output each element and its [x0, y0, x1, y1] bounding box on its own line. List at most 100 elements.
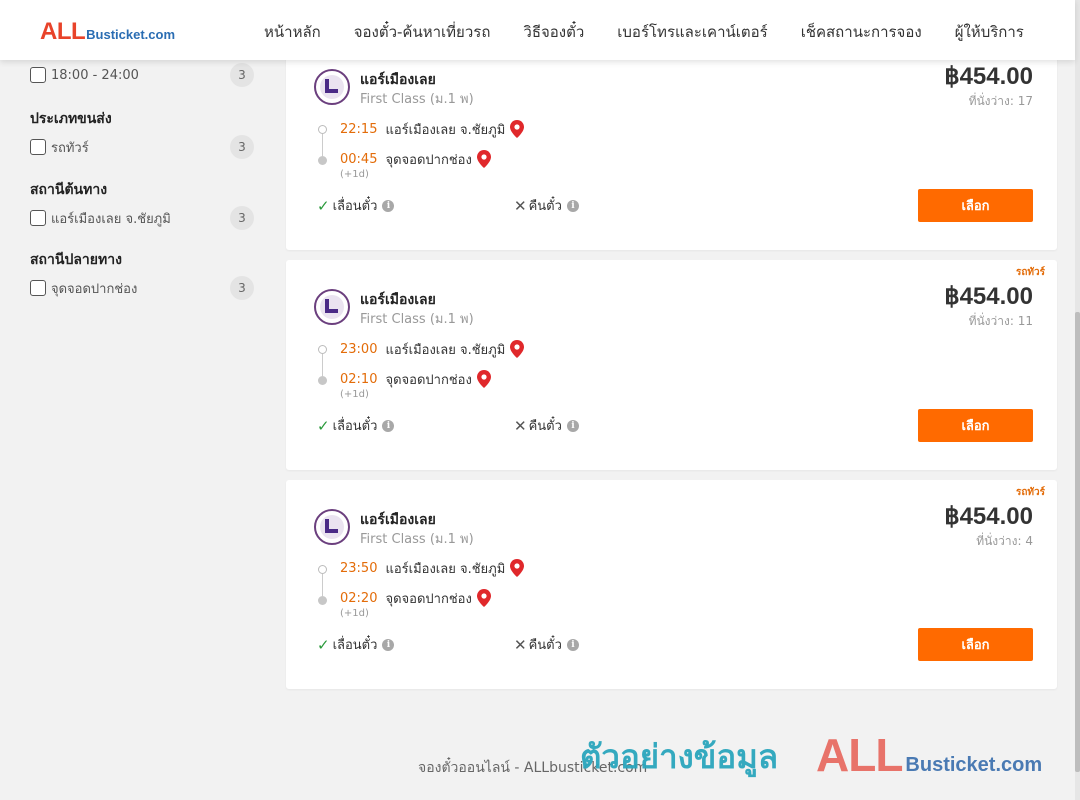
seats-available: ที่นั่งว่าง: 11	[968, 314, 1033, 328]
bus-type-badge: รถทัวร์	[1015, 487, 1045, 498]
operator-logo	[314, 289, 350, 325]
arrival-time: 02:20	[340, 590, 378, 606]
filter-transport-title: ประเภทขนส่ง	[30, 111, 112, 127]
select-trip-button[interactable]: เลือก	[918, 189, 1033, 222]
info-icon[interactable]: i	[566, 638, 579, 651]
departure-place: แอร์เมืองเลย จ.ชัยภูมิ	[385, 122, 506, 138]
logo-all-text: ALL	[40, 18, 86, 45]
info-icon[interactable]: i	[382, 638, 395, 651]
trip-price: ฿454.00	[944, 503, 1033, 530]
next-day-indicator: (+1d)	[340, 608, 369, 619]
trip-card: รถทัวร์ แอร์เมืองเลย First Class (ม.1 พ)…	[286, 480, 1057, 689]
site-header: ALL Busticket.com หน้าหลัก จองตั๋ว-ค้นหา…	[0, 0, 1075, 60]
departure-place: แอร์เมืองเลย จ.ชัยภูมิ	[385, 561, 506, 577]
filter-transport-label: รถทัวร์	[51, 140, 89, 156]
watermark-logo-rest: Busticket.com	[905, 754, 1043, 776]
filter-destination-option[interactable]: จุดจอดปากช่อง 3	[30, 276, 256, 300]
departure-stop: 23:00 แอร์เมืองเลย จ.ชัยภูมิ	[340, 339, 525, 359]
info-icon[interactable]: i	[382, 199, 395, 212]
map-pin-icon[interactable]	[476, 370, 491, 388]
nav-check-booking[interactable]: เช็คสถานะการจอง	[801, 20, 922, 44]
site-logo[interactable]: ALL Busticket.com	[40, 18, 175, 46]
filter-origin-label: แอร์เมืองเลย จ.ชัยภูมิ	[51, 211, 171, 227]
next-day-indicator: (+1d)	[340, 389, 369, 400]
operator-logo	[314, 69, 350, 105]
info-icon[interactable]: i	[382, 419, 395, 432]
watermark-logo: ALL Busticket.com	[816, 728, 1042, 782]
watermark-logo-all: ALL	[816, 729, 903, 781]
select-trip-button[interactable]: เลือก	[918, 628, 1033, 661]
check-icon: ✓	[317, 196, 330, 215]
filter-transport-checkbox[interactable]	[30, 139, 46, 155]
trip-card: รถทัวร์ แอร์เมืองเลย First Class (ม.1 พ)…	[286, 260, 1057, 470]
refund-label: คืนตั๋ว	[528, 638, 562, 653]
x-icon: ✕	[514, 416, 527, 435]
next-day-indicator: (+1d)	[340, 169, 369, 180]
arrival-stop: 02:20 จุดจอดปากช่อง	[340, 588, 491, 608]
filter-time-label: 18:00 - 24:00	[51, 67, 139, 83]
departure-stop: 22:15 แอร์เมืองเลย จ.ชัยภูมิ	[340, 119, 525, 139]
refund-policy: ✕ คืนตั๋ว i	[514, 415, 579, 436]
trip-card: แอร์เมืองเลย First Class (ม.1 พ) ฿454.00…	[286, 40, 1057, 250]
filter-time-checkbox[interactable]	[30, 67, 46, 83]
filter-destination-title: สถานีปลายทาง	[30, 252, 122, 268]
map-pin-icon[interactable]	[476, 589, 491, 607]
select-trip-button[interactable]: เลือก	[918, 409, 1033, 442]
map-pin-icon[interactable]	[510, 340, 525, 358]
page-scrollbar[interactable]	[1075, 0, 1080, 800]
filter-transport-option[interactable]: รถทัวร์ 3	[30, 135, 256, 159]
arrival-place: จุดจอดปากช่อง	[385, 372, 472, 388]
reschedule-label: เลื่อนตั๋ว	[332, 199, 378, 214]
arrival-stop: 02:10 จุดจอดปากช่อง	[340, 369, 491, 389]
reschedule-policy: ✓ เลื่อนตั๋ว i	[317, 415, 395, 436]
seats-available: ที่นั่งว่าง: 4	[976, 534, 1033, 548]
refund-policy: ✕ คืนตั๋ว i	[514, 195, 579, 216]
trip-price: ฿454.00	[944, 63, 1033, 90]
arrival-place: จุดจอดปากช่อง	[385, 152, 472, 168]
nav-operators[interactable]: ผู้ให้บริการ	[955, 20, 1024, 44]
bus-type-badge: รถทัวร์	[1015, 267, 1045, 278]
departure-time: 22:15	[340, 121, 378, 137]
route-timeline	[318, 125, 327, 165]
main-nav: หน้าหลัก จองตั๋ว-ค้นหาเที่ยวรถ วิธีจองตั…	[264, 20, 1024, 44]
arrival-stop: 00:45 จุดจอดปากช่อง	[340, 149, 491, 169]
info-icon[interactable]: i	[566, 419, 579, 432]
filter-origin-title: สถานีต้นทาง	[30, 182, 108, 198]
departure-stop: 23:50 แอร์เมืองเลย จ.ชัยภูมิ	[340, 558, 525, 578]
filter-time-option[interactable]: 18:00 - 24:00 3	[30, 63, 256, 87]
seats-available: ที่นั่งว่าง: 17	[968, 94, 1033, 108]
bus-class: First Class (ม.1 พ)	[360, 92, 474, 107]
sample-data-watermark: ตัวอย่างข้อมูล	[580, 737, 779, 776]
scrollbar-thumb[interactable]	[1075, 312, 1080, 772]
filter-destination-checkbox[interactable]	[30, 280, 46, 296]
departure-place: แอร์เมืองเลย จ.ชัยภูมิ	[385, 342, 506, 358]
x-icon: ✕	[514, 196, 527, 215]
refund-policy: ✕ คืนตั๋ว i	[514, 634, 579, 655]
operator-logo	[314, 509, 350, 545]
logo-rest-text: Busticket.com	[86, 27, 176, 42]
map-pin-icon[interactable]	[476, 150, 491, 168]
refund-label: คืนตั๋ว	[528, 419, 562, 434]
route-timeline	[318, 345, 327, 385]
filter-count-badge: 3	[230, 276, 254, 300]
bus-class: First Class (ม.1 พ)	[360, 312, 474, 327]
nav-contact-counters[interactable]: เบอร์โทรและเคาน์เตอร์	[617, 20, 767, 44]
bus-class: First Class (ม.1 พ)	[360, 532, 474, 547]
map-pin-icon[interactable]	[510, 559, 525, 577]
filter-origin-option[interactable]: แอร์เมืองเลย จ.ชัยภูมิ 3	[30, 206, 256, 230]
info-icon[interactable]: i	[566, 199, 579, 212]
arrival-time: 02:10	[340, 371, 378, 387]
check-icon: ✓	[317, 416, 330, 435]
departure-time: 23:50	[340, 560, 378, 576]
filter-origin-checkbox[interactable]	[30, 210, 46, 226]
nav-book-search[interactable]: จองตั๋ว-ค้นหาเที่ยวรถ	[354, 20, 491, 44]
trip-price: ฿454.00	[944, 283, 1033, 310]
x-icon: ✕	[514, 635, 527, 654]
refund-label: คืนตั๋ว	[528, 199, 562, 214]
reschedule-label: เลื่อนตั๋ว	[332, 638, 378, 653]
nav-home[interactable]: หน้าหลัก	[264, 20, 321, 44]
nav-how-to-book[interactable]: วิธีจองตั๋ว	[523, 20, 584, 44]
map-pin-icon[interactable]	[510, 120, 525, 138]
route-timeline	[318, 565, 327, 605]
check-icon: ✓	[317, 635, 330, 654]
